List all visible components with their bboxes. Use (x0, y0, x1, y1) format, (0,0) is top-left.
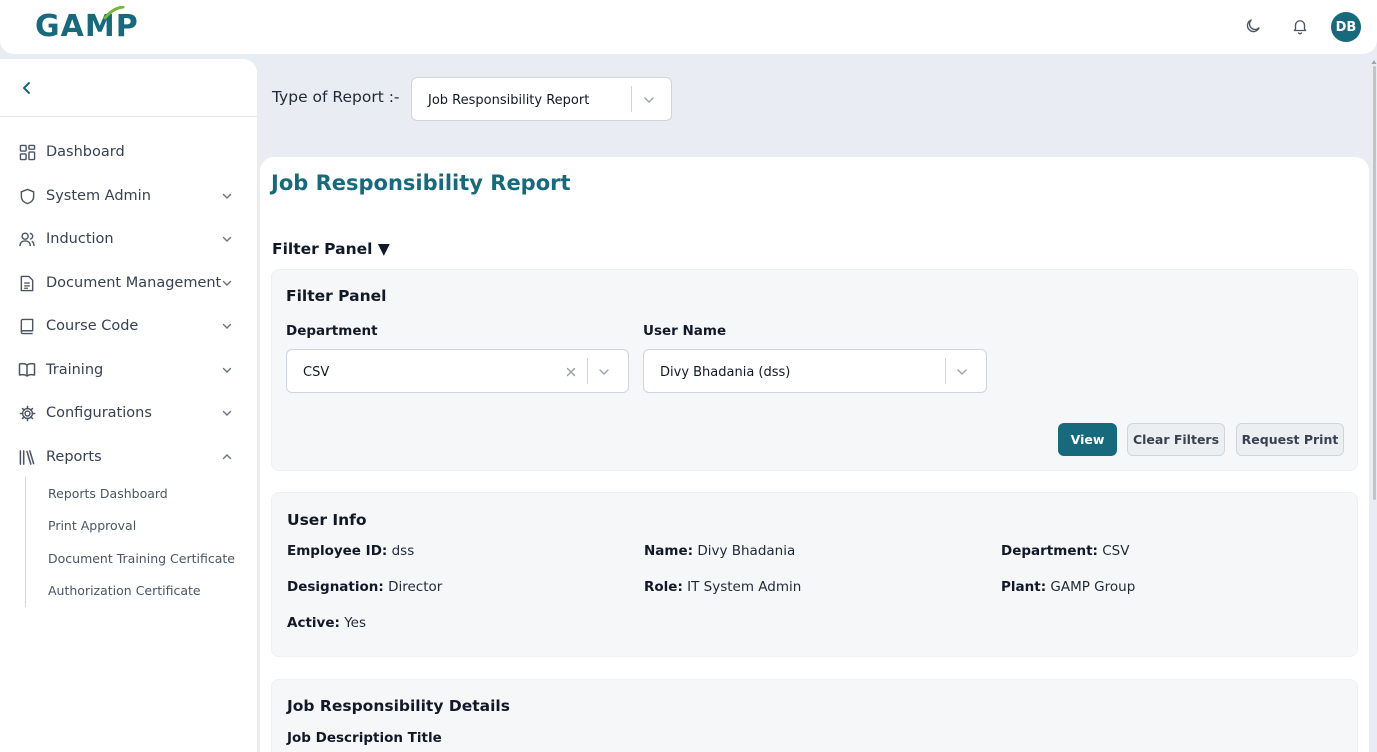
sidebar-item-label: Course Code (46, 318, 139, 334)
select-separator (587, 358, 588, 384)
chevron-down-icon (222, 367, 232, 373)
sidebar-item-label: Document Management (46, 275, 222, 291)
sidebar-item-label: Induction (46, 231, 114, 247)
scrollbar-thumb[interactable] (1373, 66, 1376, 500)
chevron-down-icon (222, 323, 232, 329)
name-value: Divy Bhadania (697, 543, 796, 559)
job-details-title: Job Responsibility Details (287, 697, 510, 715)
sidebar-item-label: Dashboard (46, 144, 125, 160)
active-field: Active: Yes (287, 615, 366, 631)
sidebar-subitem-authorization-certificate[interactable]: Authorization Certificate (48, 583, 201, 598)
submenu-guide-line (25, 477, 26, 607)
gear-icon (18, 404, 36, 422)
user-avatar[interactable]: DB (1331, 12, 1361, 42)
sidebar-item-label: System Admin (46, 188, 151, 204)
open-book-icon (18, 361, 36, 379)
department-label: Department (286, 323, 378, 339)
department-select[interactable]: CSV (286, 349, 629, 393)
username-value: Divy Bhadania (dss) (660, 365, 791, 380)
sidebar-item-label: Training (46, 362, 104, 378)
chevron-down-icon (222, 236, 232, 242)
select-separator (631, 86, 632, 112)
sidebar-divider (0, 116, 257, 117)
plant-value: GAMP Group (1050, 579, 1136, 595)
job-description-title-label: Job Description Title (287, 730, 442, 746)
top-header: GAMP DB (0, 0, 1377, 54)
sidebar-item-system-admin[interactable]: System Admin (0, 178, 257, 214)
active-value: Yes (344, 615, 366, 631)
chevron-up-icon (222, 454, 232, 460)
chevron-down-icon[interactable] (955, 365, 969, 379)
document-icon (18, 274, 36, 292)
active-label: Active: (287, 615, 340, 631)
department-info-label: Department: (1001, 543, 1098, 559)
employee-id-label: Employee ID: (287, 543, 388, 559)
scroll-up-arrow-icon[interactable] (1371, 58, 1377, 66)
chevron-down-icon (222, 280, 232, 286)
report-title: Job Responsibility Report (271, 171, 571, 195)
sidebar-item-configurations[interactable]: Configurations (0, 395, 257, 431)
type-of-report-label: Type of Report :- (272, 88, 400, 106)
user-info-title: User Info (287, 511, 367, 529)
employee-id-value: dss (391, 543, 415, 559)
moon-icon[interactable] (1242, 15, 1264, 37)
shield-icon (18, 187, 36, 205)
clear-filters-button[interactable]: Clear Filters (1127, 423, 1225, 456)
sidebar-item-training[interactable]: Training (0, 352, 257, 388)
role-value: IT System Admin (687, 579, 802, 595)
dashboard-icon (18, 143, 36, 161)
chevron-down-icon[interactable] (597, 365, 611, 379)
chevron-down-icon[interactable] (642, 93, 656, 107)
logo-leaf-icon (103, 6, 125, 20)
name-label: Name: (644, 543, 694, 559)
username-select[interactable]: Divy Bhadania (dss) (643, 349, 987, 393)
filter-panel-title: Filter Panel (286, 287, 387, 305)
sidebar-item-reports[interactable]: Reports (0, 439, 257, 475)
employee-id-field: Employee ID: dss (287, 543, 414, 559)
users-icon (18, 230, 36, 248)
sidebar-item-label: Reports (46, 449, 102, 465)
bell-icon[interactable] (1289, 15, 1311, 37)
request-print-button[interactable]: Request Print (1236, 423, 1344, 456)
sidebar-subitem-document-training-certificate[interactable]: Document Training Certificate (48, 551, 235, 566)
sidebar-item-dashboard[interactable]: Dashboard (0, 134, 257, 170)
role-field: Role: IT System Admin (644, 579, 801, 595)
select-separator (945, 358, 946, 384)
designation-label: Designation: (287, 579, 384, 595)
department-value: CSV (303, 365, 330, 380)
department-field: Department: CSV (1001, 543, 1129, 559)
department-info-value: CSV (1102, 543, 1130, 559)
plant-label: Plant: (1001, 579, 1047, 595)
sidebar-item-induction[interactable]: Induction (0, 221, 257, 257)
designation-field: Designation: Director (287, 579, 442, 595)
book-icon (18, 317, 36, 335)
gamp-logo[interactable]: GAMP (35, 6, 139, 46)
chevron-down-icon (222, 410, 232, 416)
filter-panel-toggle[interactable]: Filter Panel ▼ (272, 240, 390, 258)
view-button[interactable]: View (1058, 423, 1117, 456)
plant-field: Plant: GAMP Group (1001, 579, 1135, 595)
user-info-panel (271, 492, 1358, 657)
clear-icon[interactable] (564, 365, 578, 379)
library-icon (18, 448, 36, 466)
name-field: Name: Divy Bhadania (644, 543, 795, 559)
report-type-select[interactable]: Job Responsibility Report (411, 77, 672, 121)
sidebar-item-document-management[interactable]: Document Management (0, 265, 257, 301)
report-type-value: Job Responsibility Report (428, 93, 590, 108)
collapse-sidebar-icon[interactable] (18, 79, 36, 97)
sidebar-subitem-print-approval[interactable]: Print Approval (48, 518, 136, 533)
sidebar-item-label: Configurations (46, 405, 152, 421)
designation-value: Director (388, 579, 443, 595)
sidebar-item-course-code[interactable]: Course Code (0, 308, 257, 344)
role-label: Role: (644, 579, 683, 595)
chevron-down-icon (222, 193, 232, 199)
username-label: User Name (643, 323, 727, 339)
sidebar-subitem-reports-dashboard[interactable]: Reports Dashboard (48, 486, 168, 501)
